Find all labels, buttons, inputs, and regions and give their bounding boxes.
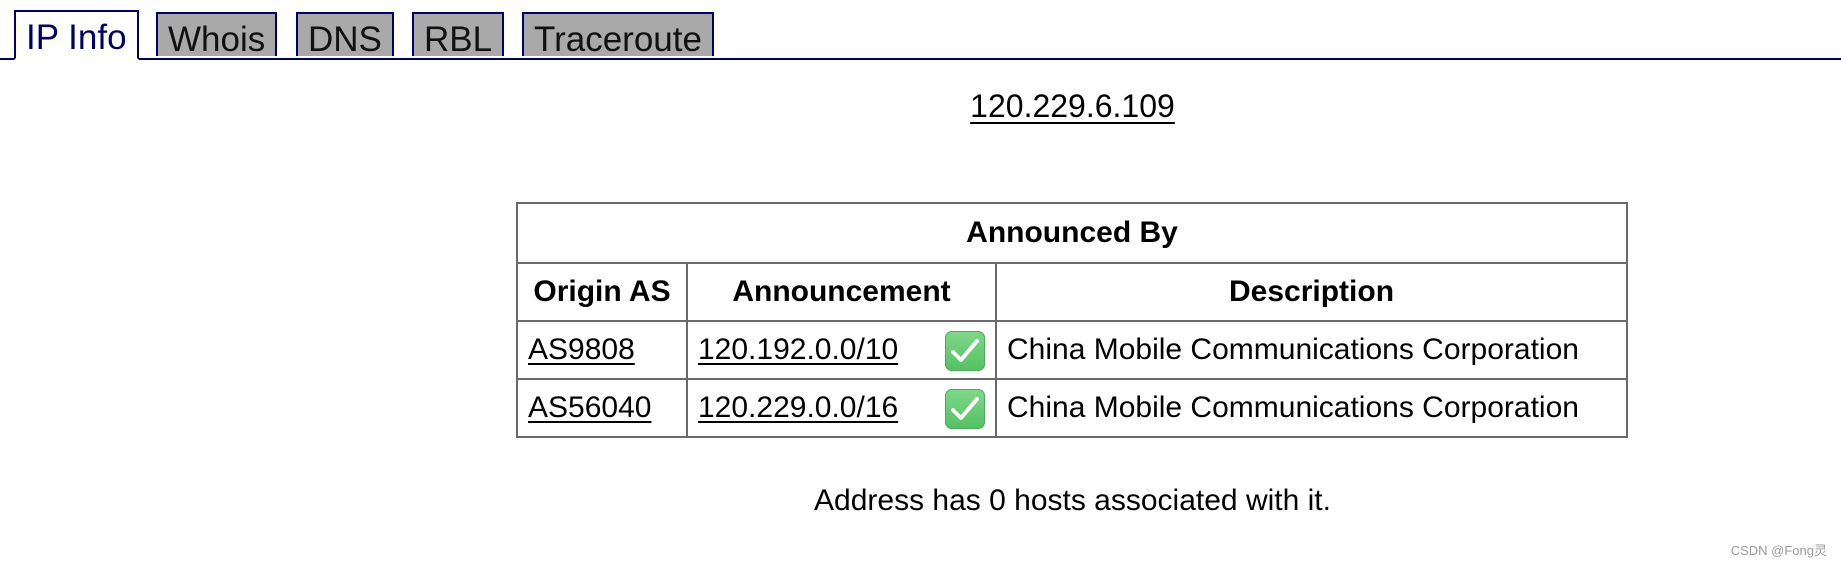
tab-dns[interactable]: DNS (296, 12, 394, 59)
announcement-link[interactable]: 120.229.0.0/16 (698, 391, 898, 424)
table-caption-row: Announced By (516, 202, 1628, 264)
ip-info-page: IP Info Whois DNS RBL Traceroute 120.229… (0, 0, 1841, 565)
ip-address-heading: 120.229.6.109 (0, 88, 1841, 125)
tab-ip-info[interactable]: IP Info (14, 10, 139, 60)
tab-rbl[interactable]: RBL (412, 12, 505, 59)
column-header-announcement: Announcement (686, 262, 997, 322)
tab-bar: IP Info Whois DNS RBL Traceroute (0, 0, 1841, 60)
table-row: AS9808 120.192.0.0/10 China Mobile Commu… (516, 320, 1628, 380)
column-header-origin-as: Origin AS (516, 262, 688, 322)
announcement-cell: 120.229.0.0/16 (686, 378, 997, 438)
hosts-note: Address has 0 hosts associated with it. (814, 484, 1331, 517)
green-check-icon (945, 389, 985, 429)
green-check-icon (945, 331, 985, 371)
column-header-description: Description (995, 262, 1628, 322)
tab-whois[interactable]: Whois (156, 12, 278, 59)
origin-as-link[interactable]: AS9808 (528, 333, 635, 366)
tab-bar-divider (0, 58, 1841, 60)
tab-traceroute[interactable]: Traceroute (522, 12, 714, 59)
description-cell: China Mobile Communications Corporation (995, 378, 1628, 438)
description-cell: China Mobile Communications Corporation (995, 320, 1628, 380)
origin-as-cell: AS56040 (516, 378, 688, 438)
table-caption: Announced By (516, 202, 1628, 264)
table-row: AS56040 120.229.0.0/16 China Mobile Comm… (516, 378, 1628, 438)
watermark: CSDN @Fong灵 (1730, 543, 1827, 558)
announcement-link[interactable]: 120.192.0.0/10 (698, 333, 898, 366)
origin-as-cell: AS9808 (516, 320, 688, 380)
announced-by-table: Announced By Origin AS Announcement Desc… (516, 202, 1628, 438)
announcement-cell: 120.192.0.0/10 (686, 320, 997, 380)
origin-as-link[interactable]: AS56040 (528, 391, 651, 424)
table-header-row: Origin AS Announcement Description (516, 262, 1628, 322)
ip-address-link[interactable]: 120.229.6.109 (970, 88, 1175, 124)
